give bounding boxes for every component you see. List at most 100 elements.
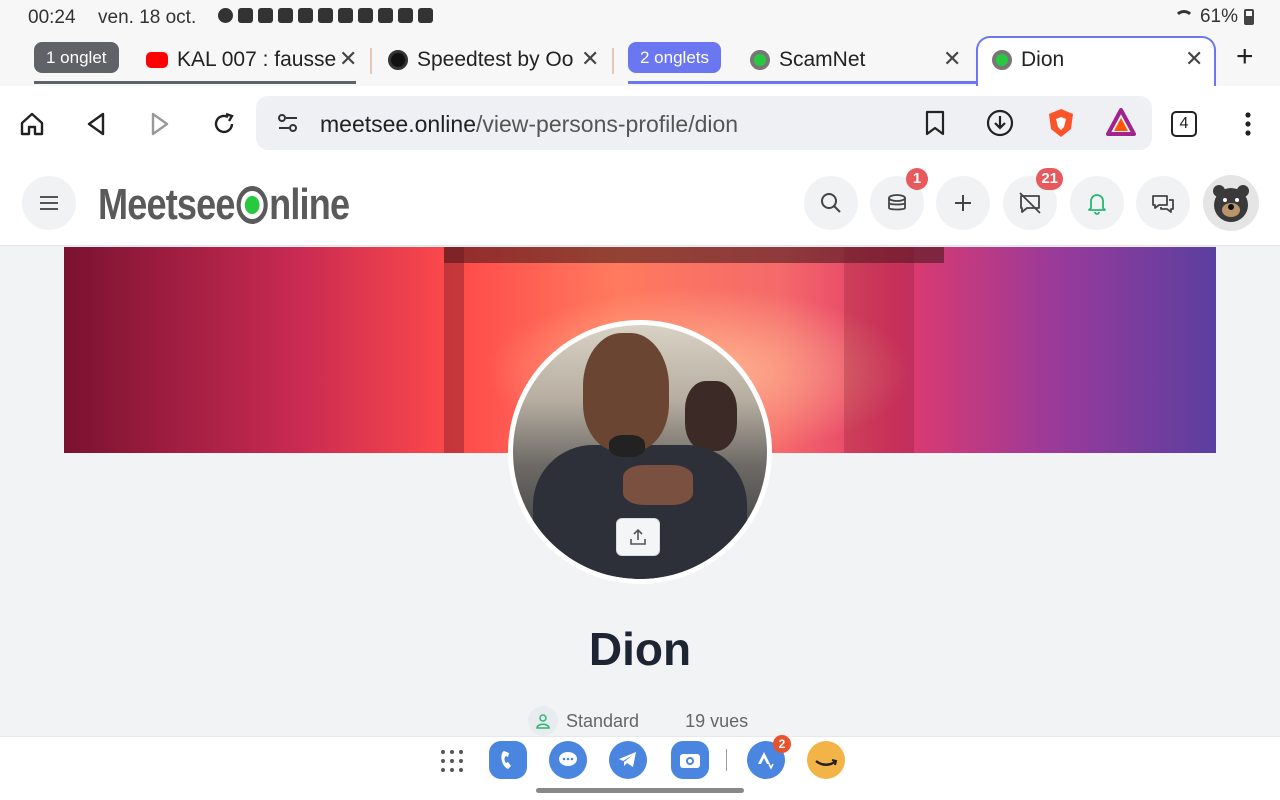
url-path: /view-persons-profile/dion <box>476 111 739 137</box>
chat-off-icon <box>1019 192 1041 214</box>
new-tab-button[interactable]: + <box>1236 40 1254 74</box>
user-avatar-button[interactable] <box>1203 175 1259 231</box>
browser-toolbar: meetsee.online/view-persons-profile/dion… <box>0 86 1280 160</box>
close-icon[interactable]: ✕ <box>339 46 357 72</box>
phone-icon <box>501 751 511 769</box>
plus-icon <box>955 195 971 211</box>
tab-speedtest[interactable]: Speedtest by Ookla ✕ <box>388 40 608 80</box>
more-vertical-icon <box>1245 112 1251 136</box>
amazon-icon <box>815 759 838 766</box>
search-icon <box>821 193 841 213</box>
upload-icon <box>630 528 646 545</box>
wallet-button[interactable]: 1 <box>870 168 928 230</box>
bookmark-icon[interactable] <box>924 110 946 136</box>
photo-detail <box>623 465 693 505</box>
address-bar[interactable]: meetsee.online/view-persons-profile/dion <box>256 96 1152 150</box>
close-icon[interactable]: ✕ <box>943 46 961 72</box>
close-icon[interactable]: ✕ <box>1185 46 1203 72</box>
notification-icons <box>218 8 433 23</box>
bell-icon <box>1088 194 1106 215</box>
membership-label: Standard <box>566 710 640 731</box>
download-icon[interactable] <box>986 109 1014 137</box>
meetsee-icon <box>992 50 1012 70</box>
phone-app[interactable] <box>489 741 527 779</box>
grid-icon <box>441 750 463 772</box>
tab-group-chip-2[interactable]: 2 onglets <box>628 42 721 73</box>
search-button[interactable] <box>804 176 858 230</box>
tab-title: Dion <box>1021 48 1065 71</box>
telegram-app[interactable] <box>609 741 647 779</box>
speedtest-icon <box>388 50 408 70</box>
app-badge: 2 <box>773 735 791 753</box>
tab-separator <box>370 48 372 74</box>
logo-text-left: Meetsee <box>98 180 235 229</box>
weather-icon <box>238 8 253 23</box>
brave-rewards-icon[interactable] <box>1106 108 1136 136</box>
tab-title: ScamNet <box>779 48 866 71</box>
reload-button[interactable] <box>204 104 244 144</box>
cover-detail <box>444 247 464 453</box>
wallet-badge: 1 <box>906 168 928 190</box>
membership-badge <box>528 706 558 736</box>
messages-button[interactable] <box>1136 176 1190 230</box>
cover-detail <box>844 247 914 453</box>
profile-avatar[interactable] <box>508 320 772 584</box>
recent-app[interactable]: 2 <box>747 735 791 779</box>
home-icon <box>20 112 44 136</box>
tab-strip: 1 onglet KAL 007 : fausse ✕ Speedtest by… <box>0 34 1280 86</box>
messages-icon <box>1152 195 1174 213</box>
photo-detail <box>583 333 669 451</box>
status-right: 61% <box>1173 6 1254 28</box>
strava-icon <box>298 8 313 23</box>
wifi-icon <box>1173 10 1194 24</box>
hamburger-icon <box>40 196 58 210</box>
battery-icon <box>1244 9 1254 25</box>
tab-title: KAL 007 : fausse <box>177 48 337 71</box>
calendar-icon <box>358 8 373 23</box>
bear-avatar-icon <box>1213 185 1249 222</box>
gmail-icon <box>258 8 273 23</box>
app-drawer-button[interactable] <box>440 749 464 778</box>
camera-app[interactable] <box>671 741 709 779</box>
strava-icon <box>278 8 293 23</box>
upload-avatar-button[interactable] <box>616 518 660 556</box>
calendar-icon <box>398 8 413 23</box>
tab-group-chip-1[interactable]: 1 onglet <box>34 42 119 73</box>
site-logo[interactable]: Meetsee nline <box>98 180 350 230</box>
phone-icon <box>418 8 433 23</box>
chat-requests-button[interactable]: 21 <box>1003 168 1063 230</box>
tab-kal007[interactable]: KAL 007 : fausse ✕ <box>146 40 366 80</box>
create-button[interactable] <box>936 176 990 230</box>
gesture-handle[interactable] <box>536 788 744 793</box>
profile-meta: Standard 19 vues <box>528 706 748 736</box>
app-dock: 2 <box>0 735 1280 800</box>
camera-icon <box>680 754 700 768</box>
tab-group-underline-1 <box>34 81 356 84</box>
youtube-icon <box>146 52 168 68</box>
tab-scamnet[interactable]: ScamNet ✕ <box>750 40 970 80</box>
forward-button[interactable] <box>140 104 180 144</box>
messages-app[interactable] <box>549 741 587 779</box>
photo-detail <box>609 435 645 457</box>
reload-icon <box>214 112 234 134</box>
url-text[interactable]: meetsee.online/view-persons-profile/dion <box>320 111 738 138</box>
url-host: meetsee.online <box>320 111 476 137</box>
home-button[interactable] <box>12 104 52 144</box>
back-button[interactable] <box>76 104 116 144</box>
site-settings-icon[interactable] <box>276 111 300 135</box>
amazon-app[interactable] <box>807 741 845 779</box>
chat-bubble-icon <box>559 752 577 766</box>
coins-icon <box>888 194 906 211</box>
cloud-icon <box>338 8 353 23</box>
close-icon[interactable]: ✕ <box>581 46 599 72</box>
tab-switcher-button[interactable]: 4 <box>1164 104 1204 144</box>
hamburger-menu-button[interactable] <box>22 176 76 230</box>
tab-dion-active[interactable]: Dion ✕ <box>992 40 1212 80</box>
dnd-icon <box>218 8 233 23</box>
back-icon <box>87 112 105 136</box>
menu-button[interactable] <box>1228 104 1268 144</box>
notifications-button[interactable] <box>1070 176 1124 230</box>
profile-name: Dion <box>588 623 692 675</box>
meetsee-icon <box>750 50 770 70</box>
brave-shield-icon[interactable] <box>1046 107 1076 139</box>
